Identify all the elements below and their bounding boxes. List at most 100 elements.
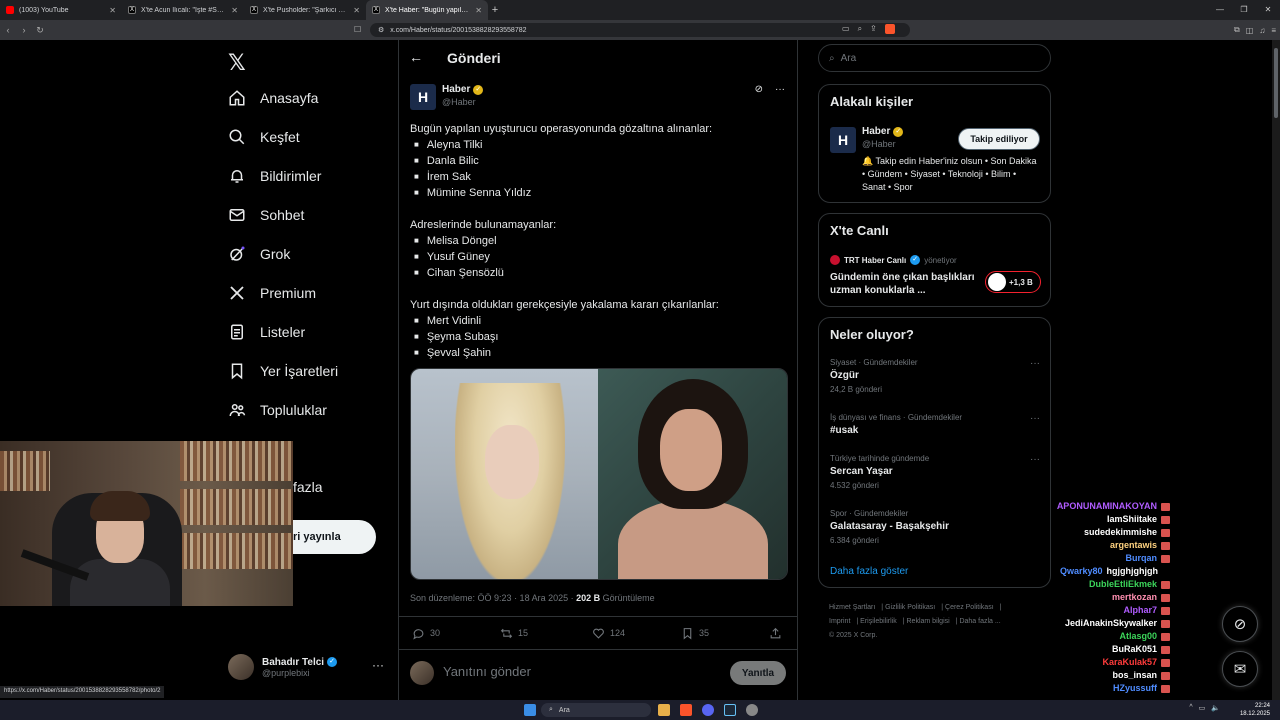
trend-item[interactable]: Türkiye tarihinde gündemde Sercan Yaşar … xyxy=(830,454,1040,490)
repost-button[interactable]: 15 xyxy=(500,627,528,640)
cast-icon[interactable]: ▭ xyxy=(842,24,850,34)
account-switcher[interactable]: Bahadır Telci ✓ @purplebixi ··· xyxy=(228,652,388,682)
post-photo-2[interactable] xyxy=(598,369,787,579)
nav-item-lists[interactable]: Listeler xyxy=(228,323,305,341)
bookmark-button[interactable]: 35 xyxy=(681,627,709,640)
nav-item-communities[interactable]: Topluluklar xyxy=(228,401,327,419)
more-icon[interactable]: ··· xyxy=(372,658,384,672)
following-button[interactable]: Takip ediliyor xyxy=(958,128,1040,150)
chat-message: sudedekimmishe xyxy=(990,526,1170,539)
footer-link[interactable]: Erişilebilirlik xyxy=(860,618,897,625)
footer-link[interactable]: Gizlilik Politikası xyxy=(885,604,935,611)
footer-link[interactable]: Çerez Politikası xyxy=(945,604,994,611)
site-info-icon[interactable]: ⚙ xyxy=(378,26,384,34)
nav-item-chat[interactable]: Sohbet xyxy=(228,206,304,224)
live-topic[interactable]: Gündemin öne çıkan başlıkları uzman konu… xyxy=(830,271,980,297)
nav-item-grok[interactable]: Grok xyxy=(228,245,290,263)
trend-item[interactable]: İş dünyası ve finans · Gündemdekiler #us… xyxy=(830,413,1040,436)
more-icon[interactable]: ··· xyxy=(775,84,785,95)
messages-fab-button[interactable]: ✉ xyxy=(1222,651,1258,687)
windows-start-icon[interactable] xyxy=(524,704,536,716)
zoom-icon[interactable]: ⌕ xyxy=(858,24,862,34)
maximize-icon[interactable]: ❐ xyxy=(1232,0,1256,20)
close-icon[interactable]: ✕ xyxy=(109,6,116,15)
close-icon[interactable]: ✕ xyxy=(353,6,360,15)
search-input[interactable]: ⌕ Ara xyxy=(818,44,1051,72)
nav-label: Listeler xyxy=(260,324,306,340)
live-listeners-badge[interactable]: +1,3 B xyxy=(985,271,1041,293)
footer-link[interactable]: Imprint xyxy=(829,618,850,625)
browser-tab-pusholder[interactable]: X X'te Pusholder: "Şarkıcı Onur Akın'ı ✕ xyxy=(244,0,366,20)
browser-tab-haber[interactable]: X X'te Haber: "Bugün yapılan uyuşt ✕ xyxy=(366,0,488,20)
reply-button[interactable]: 30 xyxy=(412,627,440,640)
menu-icon[interactable]: ≡ xyxy=(1271,26,1276,35)
list-item: Mert Vidinli xyxy=(410,313,790,329)
footer-link[interactable]: Hizmet Şartları xyxy=(829,604,875,611)
chevron-up-icon[interactable]: ^ xyxy=(1189,704,1192,712)
post-text: Bugün yapılan uyuşturucu operasyonunda g… xyxy=(410,121,790,361)
file-explorer-icon[interactable] xyxy=(658,704,670,716)
taskbar-search[interactable]: ⌕ Ara xyxy=(541,703,651,717)
url-field[interactable]: ⚙ x.com/Haber/status/2001538828293558782 xyxy=(370,23,910,37)
scrollbar[interactable] xyxy=(1272,40,1280,700)
steam-icon[interactable] xyxy=(724,704,736,716)
live-host[interactable]: TRT Haber Canlı ✓ yönetiyor xyxy=(830,255,957,265)
minimize-icon[interactable]: — xyxy=(1208,0,1232,20)
music-icon[interactable]: ♫ xyxy=(1259,26,1265,35)
obs-icon[interactable] xyxy=(746,704,758,716)
close-icon[interactable]: ✕ xyxy=(475,6,482,15)
chat-message: KaraKulak57 xyxy=(990,656,1170,669)
brave-shield-icon[interactable] xyxy=(884,24,895,34)
author-avatar[interactable]: H xyxy=(410,84,436,110)
verified-gold-icon: ✓ xyxy=(893,126,904,137)
trend-item[interactable]: Siyaset · Gündemdekiler Özgür 24,2 B gön… xyxy=(830,358,1040,394)
wallet-icon[interactable]: ◫ xyxy=(1246,26,1254,35)
scrollbar-thumb[interactable] xyxy=(1274,48,1278,118)
reply-input[interactable]: Yanıtını gönder xyxy=(443,664,531,679)
nav-item-bookmarks[interactable]: Yer İşaretleri xyxy=(228,362,338,380)
back-icon[interactable]: ‹ xyxy=(0,25,16,35)
close-icon[interactable]: ✕ xyxy=(231,6,238,15)
author-avatar[interactable]: H xyxy=(830,127,856,153)
network-icon[interactable]: ▭ xyxy=(1199,704,1206,712)
nav-item-explore[interactable]: Keşfet xyxy=(228,128,300,146)
post-author[interactable]: H Haber ✓ @Haber xyxy=(410,84,484,110)
grok-fab-button[interactable]: ⊘ xyxy=(1222,606,1258,642)
more-icon[interactable]: ··· xyxy=(1030,358,1040,369)
browser-tab-acun[interactable]: X X'te Acun Ilıcalı: "İşte #Survivor2026… xyxy=(122,0,244,20)
taskbar-clock[interactable]: 22:24 18.12.2025 xyxy=(1240,702,1270,718)
forward-icon[interactable]: › xyxy=(16,25,32,35)
chat-message: bos_insan xyxy=(990,669,1170,682)
back-arrow-icon[interactable]: ← xyxy=(409,49,423,65)
reload-icon[interactable]: ↻ xyxy=(32,25,48,36)
bookmark-page-icon[interactable]: ☐ xyxy=(354,25,361,34)
author-name[interactable]: Haber ✓ xyxy=(442,84,484,95)
share-icon[interactable]: ⇪ xyxy=(870,24,877,34)
browser-tab-youtube[interactable]: (1003) YouTube ✕ xyxy=(0,0,122,20)
post-button[interactable]: ri yayınla xyxy=(293,520,376,554)
nav-item-more[interactable]: fazla xyxy=(293,479,323,495)
like-button[interactable]: 124 xyxy=(592,627,625,640)
chat-username: APONUNAMINAKOYAN xyxy=(1056,501,1157,511)
x-logo-icon[interactable]: 𝕏 xyxy=(228,50,246,76)
discord-icon[interactable] xyxy=(702,704,714,716)
more-icon[interactable]: ··· xyxy=(1030,454,1040,465)
brave-browser-icon[interactable] xyxy=(680,704,692,716)
grok-icon[interactable]: ⊘ xyxy=(755,84,763,95)
volume-icon[interactable]: 🔈 xyxy=(1211,704,1220,712)
share-button[interactable] xyxy=(769,627,782,640)
more-icon[interactable]: ··· xyxy=(1030,413,1040,424)
chat-username: Qwarky80 xyxy=(1060,566,1103,576)
new-tab-button[interactable]: + xyxy=(488,4,502,16)
nav-item-premium[interactable]: Premium xyxy=(228,284,316,302)
reply-submit-button[interactable]: Yanıtla xyxy=(730,661,786,685)
show-more-link[interactable]: Daha fazla göster xyxy=(830,566,908,577)
footer-link[interactable]: Reklam bilgisi xyxy=(907,618,950,625)
user-name[interactable]: Haber ✓ xyxy=(862,126,904,137)
nav-item-home[interactable]: Anasayfa xyxy=(228,89,318,107)
extensions-icon[interactable]: ⧉ xyxy=(1234,25,1240,35)
nav-item-notifications[interactable]: Bildirimler xyxy=(228,167,321,185)
page-title: Gönderi xyxy=(447,50,501,66)
close-window-icon[interactable]: ✕ xyxy=(1256,0,1280,20)
post-photo-1[interactable] xyxy=(411,369,598,579)
